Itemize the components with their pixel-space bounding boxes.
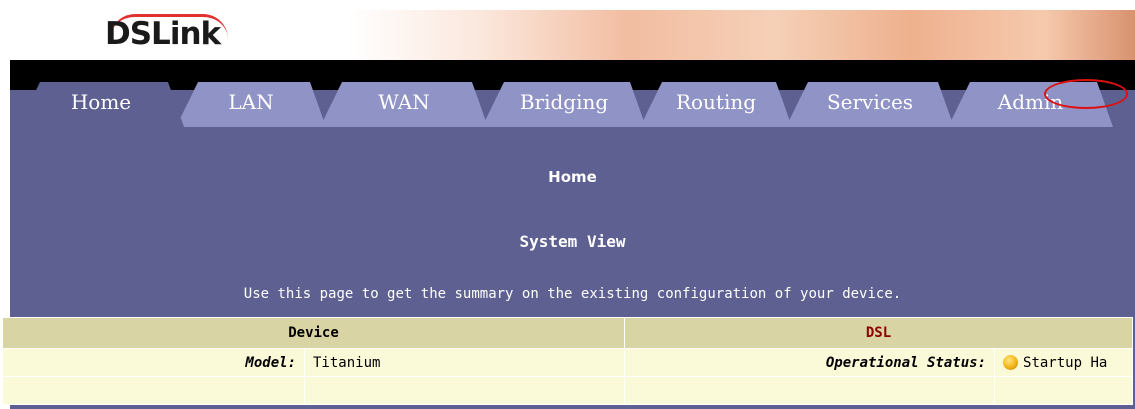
page-description: Use this page to get the summary on the … [243,286,902,302]
tab-bridging[interactable]: Bridging [482,82,646,127]
tab-wan[interactable]: WAN [320,82,488,127]
model-label: Model: [2,348,305,377]
status-indicator-icon [1003,355,1019,370]
operational-status-value: Startup Ha [1023,354,1108,371]
system-summary-table: Device DSL Model: Titanium Operational S… [1,317,1134,405]
operational-status-label: Operational Status: [624,348,996,377]
tab-admin[interactable]: Admin [948,82,1113,127]
table-header-row: Device DSL [1,317,1134,349]
table-row [2,376,1134,405]
device-header: Device [1,317,626,349]
dsl-header: DSL [624,317,1134,349]
main-tabs: Home LAN WAN Bridging Routing Services A… [10,82,1135,127]
page-title: Home [548,168,597,186]
logo-banner: DSLink [10,10,1135,60]
tab-lan[interactable]: LAN [176,82,326,127]
tab-routing[interactable]: Routing [640,82,792,127]
dslink-logo: DSLink [105,16,221,52]
operational-status-cell: Startup Ha [994,348,1134,377]
tab-home[interactable]: Home [18,82,184,127]
tab-services[interactable]: Services [786,82,954,127]
model-value: Titanium [303,348,626,377]
table-row: Model: Titanium Operational Status: Star… [2,348,1134,377]
section-title: System View [519,232,626,251]
